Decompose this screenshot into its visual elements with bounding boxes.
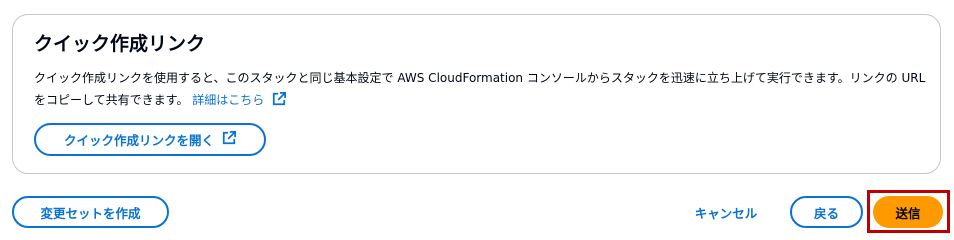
submit-label: 送信 [895, 205, 921, 221]
open-quick-create-link-button[interactable]: クイック作成リンクを開く [34, 123, 266, 156]
create-change-set-label: 変更セットを作成 [40, 205, 141, 221]
panel-description: クイック作成リンクを使用すると、このスタックと同じ基本設定で AWS Cloud… [34, 67, 934, 113]
external-link-icon [272, 91, 287, 113]
back-button[interactable]: 戻る [790, 196, 863, 228]
description-text: クイック作成リンクを使用すると、このスタックと同じ基本設定で AWS Cloud… [34, 71, 926, 107]
panel-title: クイック作成リンク [34, 33, 206, 55]
submit-button[interactable]: 送信 [873, 196, 943, 228]
cancel-button[interactable]: キャンセル [682, 196, 770, 228]
cancel-label: キャンセル [694, 205, 758, 221]
learn-more-link[interactable]: 詳細はこちら [192, 92, 287, 107]
quick-create-link-panel: クイック作成リンク クイック作成リンクを使用すると、このスタックと同じ基本設定で… [12, 14, 941, 174]
external-link-icon [222, 131, 236, 148]
back-label: 戻る [813, 205, 839, 221]
create-change-set-button[interactable]: 変更セットを作成 [12, 196, 169, 228]
learn-more-label: 詳細はこちら [192, 93, 265, 107]
open-quick-create-link-label: クイック作成リンクを開く [63, 133, 214, 148]
